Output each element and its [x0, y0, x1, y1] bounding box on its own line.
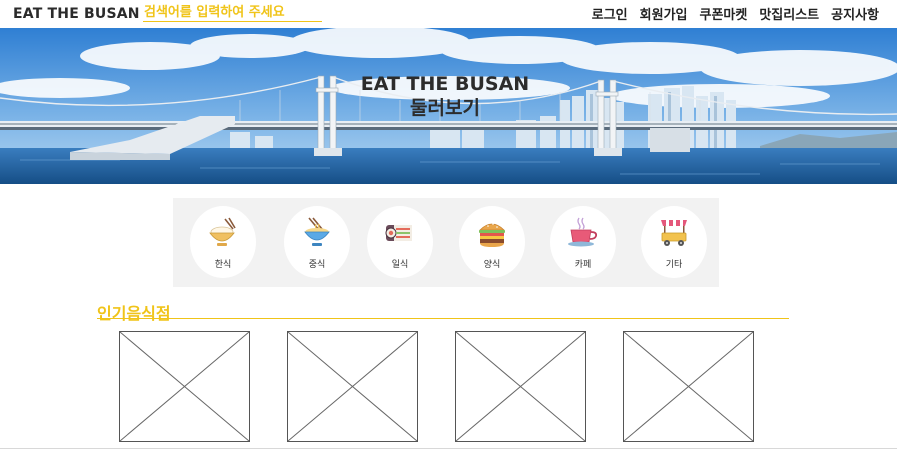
- category-menu: 한식 중식 일식 양식 카페 기타: [173, 198, 719, 287]
- category-label: 일식: [391, 260, 409, 270]
- image-placeholder-icon: [288, 332, 417, 441]
- nav-notice-link[interactable]: 공지사항: [831, 4, 879, 23]
- section-divider: [97, 318, 789, 319]
- hero-title-line1: EAT THE BUSAN: [360, 73, 530, 95]
- category-cafe[interactable]: 카페: [550, 206, 616, 278]
- search-input[interactable]: [143, 3, 322, 22]
- rice-bowl-icon: [209, 217, 236, 246]
- sushi-roll-icon: [385, 225, 412, 241]
- category-label: 카페: [574, 260, 592, 270]
- food-cart-icon: [661, 220, 687, 246]
- category-label: 한식: [214, 260, 232, 270]
- hero-banner: EAT THE BUSAN 둘러보기: [0, 28, 897, 184]
- noodle-bowl-icon: [304, 217, 330, 246]
- restaurant-card-image-placeholder[interactable]: [455, 331, 586, 442]
- category-korean[interactable]: 한식: [190, 206, 256, 278]
- restaurant-card-image-placeholder[interactable]: [119, 331, 250, 442]
- footer-divider: [0, 448, 897, 449]
- category-chinese[interactable]: 중식: [284, 206, 350, 278]
- header: EAT THE BUSAN 로그인 회원가입 쿠폰마켓 맛집리스트 공지사항: [0, 0, 897, 28]
- image-placeholder-icon: [456, 332, 585, 441]
- burger-icon: [479, 223, 505, 247]
- restaurant-card-image-placeholder[interactable]: [623, 331, 754, 442]
- category-western[interactable]: 양식: [459, 206, 525, 278]
- nav-coupon-market-link[interactable]: 쿠폰마켓: [700, 4, 748, 23]
- restaurant-card-image-placeholder[interactable]: [287, 331, 418, 442]
- image-placeholder-icon: [120, 332, 249, 441]
- hero-title: EAT THE BUSAN 둘러보기: [300, 72, 590, 120]
- site-logo[interactable]: EAT THE BUSAN: [13, 6, 140, 22]
- nav-login-link[interactable]: 로그인: [592, 4, 628, 23]
- nav-restaurant-list-link[interactable]: 맛집리스트: [759, 4, 819, 23]
- popular-section-title: 인기음식점: [97, 304, 171, 323]
- nav-signup-link[interactable]: 회원가입: [640, 4, 688, 23]
- category-etc[interactable]: 기타: [641, 206, 707, 278]
- top-nav: 로그인 회원가입 쿠폰마켓 맛집리스트 공지사항: [592, 4, 879, 23]
- image-placeholder-icon: [624, 332, 753, 441]
- category-japanese[interactable]: 일식: [367, 206, 433, 278]
- hero-title-line2[interactable]: 둘러보기: [300, 96, 590, 120]
- category-label: 양식: [483, 260, 501, 270]
- category-label: 중식: [308, 260, 326, 270]
- coffee-cup-icon: [568, 217, 598, 247]
- category-label: 기타: [665, 260, 683, 270]
